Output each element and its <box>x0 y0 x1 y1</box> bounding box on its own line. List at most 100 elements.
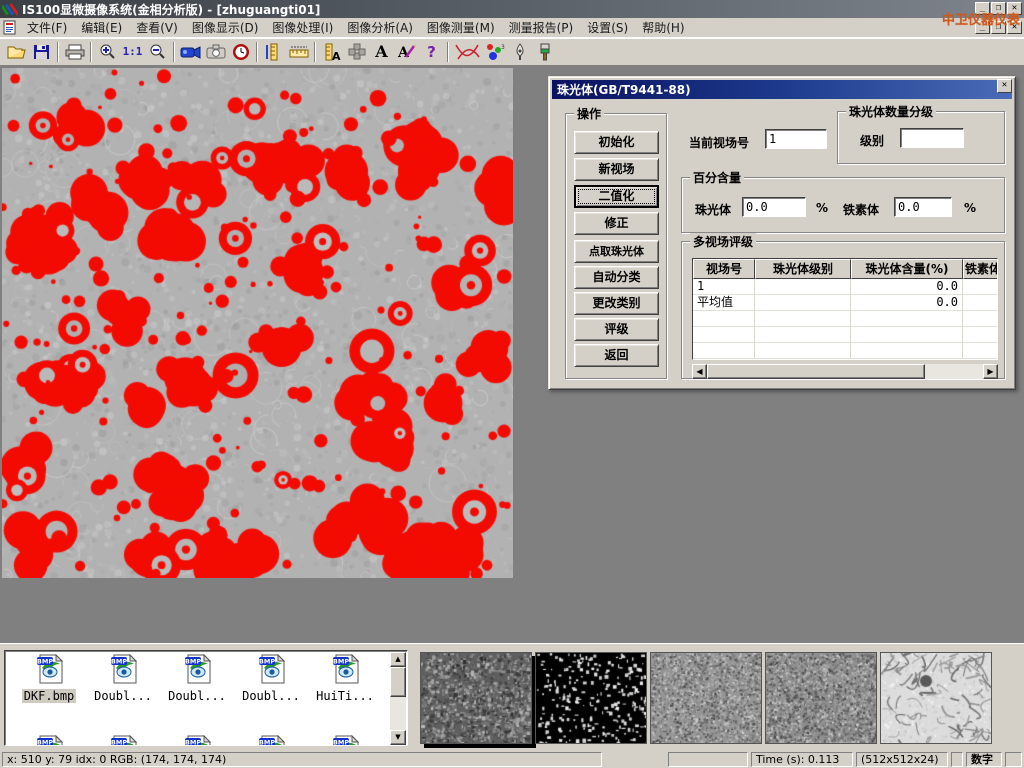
brush-icon <box>539 43 551 61</box>
grading-group-label: 珠光体数量分级 <box>846 103 936 120</box>
menu-view[interactable]: 查看(V) <box>129 17 185 38</box>
table-empty-row <box>693 343 997 359</box>
menu-image-display[interactable]: 图像显示(D) <box>185 17 266 38</box>
bmp-file-icon <box>34 735 64 746</box>
cursor-position-status: x: 510 y: 79 idx: 0 RGB: (174, 174, 174) <box>2 752 602 767</box>
current-view-input[interactable] <box>765 129 827 149</box>
ferrite-label: 铁素体 <box>843 201 879 218</box>
file-name[interactable]: Doubl... <box>240 689 302 703</box>
pearlite-percent-input[interactable] <box>742 197 806 217</box>
annotate-button[interactable]: A <box>394 40 419 64</box>
thumbnail-2[interactable] <box>535 652 647 744</box>
scroll-up-icon[interactable]: ▲ <box>390 652 406 667</box>
file-item[interactable] <box>235 735 307 746</box>
grid-button[interactable] <box>344 40 369 64</box>
menu-edit[interactable]: 编辑(E) <box>74 17 129 38</box>
col-pearlite-grade: 珠光体级别 <box>755 259 851 279</box>
actual-size-button[interactable]: 1:1 <box>120 40 145 64</box>
file-name[interactable]: Doubl... <box>166 689 228 703</box>
thumbnail-5[interactable] <box>880 652 992 744</box>
pen-nib-icon <box>513 43 527 61</box>
caliper-button[interactable] <box>261 40 286 64</box>
zoom-out-button[interactable] <box>145 40 170 64</box>
thumbnail-1[interactable] <box>420 652 532 744</box>
rating-table[interactable]: 视场号 珠光体级别 珠光体含量(%) 铁素体 1 0.0 平均值 0.0 <box>692 258 998 360</box>
ruler-button[interactable] <box>286 40 311 64</box>
svg-text:A: A <box>332 50 341 61</box>
scrollbar-thumb[interactable] <box>707 364 925 379</box>
table-h-scrollbar[interactable]: ◀ ▶ <box>692 364 998 379</box>
floppy-icon <box>33 44 50 60</box>
file-name[interactable]: Doubl... <box>92 689 154 703</box>
file-item[interactable]: Doubl... <box>235 654 307 703</box>
clock-icon <box>232 43 250 61</box>
auto-classify-button[interactable]: 自动分类 <box>574 266 659 289</box>
grid-cross-icon <box>348 43 366 61</box>
scroll-left-icon[interactable]: ◀ <box>692 364 707 379</box>
measure-text-button[interactable]: A <box>319 40 344 64</box>
metallographic-image[interactable] <box>2 68 513 578</box>
scroll-right-icon[interactable]: ▶ <box>983 364 998 379</box>
initialize-button[interactable]: 初始化 <box>574 131 659 154</box>
binarize-button[interactable]: 二值化 <box>574 185 659 208</box>
bmp-file-icon <box>108 735 138 746</box>
toolbar: 1:1 A A A ? 3 <box>0 38 1024 66</box>
pick-pearlite-button[interactable]: 点取珠光体 <box>574 240 659 263</box>
cell-grade <box>755 295 851 310</box>
capture-button[interactable] <box>203 40 228 64</box>
file-item[interactable] <box>87 735 159 746</box>
file-item[interactable] <box>13 735 85 746</box>
menu-image-analysis[interactable]: 图像分析(A) <box>340 17 420 38</box>
video-camera-button[interactable] <box>178 40 203 64</box>
open-folder-icon <box>7 44 27 60</box>
menu-settings[interactable]: 设置(S) <box>580 17 635 38</box>
menu-measure-report[interactable]: 测量报告(P) <box>502 17 581 38</box>
col-pearlite-content: 珠光体含量(%) <box>851 259 963 279</box>
print-button[interactable] <box>62 40 87 64</box>
curve-tool-button[interactable] <box>452 40 482 64</box>
zoom-in-button[interactable] <box>95 40 120 64</box>
return-button[interactable]: 返回 <box>574 344 659 367</box>
app-icon <box>2 2 18 16</box>
table-row[interactable]: 1 0.0 <box>693 279 997 295</box>
cell-field-no: 平均值 <box>693 295 755 310</box>
percent-sign: % <box>964 201 976 215</box>
file-name[interactable]: DKF.bmp <box>22 689 77 703</box>
text-button[interactable]: A <box>369 40 394 64</box>
file-item[interactable]: Doubl... <box>161 654 233 703</box>
pick-tool-button[interactable] <box>507 40 532 64</box>
save-button[interactable] <box>29 40 54 64</box>
new-field-button[interactable]: 新视场 <box>574 158 659 181</box>
menu-file[interactable]: 文件(F) <box>20 17 74 38</box>
help-button[interactable]: ? <box>419 40 444 64</box>
timer-button[interactable] <box>228 40 253 64</box>
menu-image-process[interactable]: 图像处理(I) <box>265 17 340 38</box>
file-item[interactable]: Doubl... <box>87 654 159 703</box>
menu-image-measure[interactable]: 图像测量(M) <box>420 17 502 38</box>
level-input[interactable] <box>900 128 964 148</box>
actual-size-icon: 1:1 <box>123 45 143 58</box>
fill-tool-button[interactable] <box>532 40 557 64</box>
menu-help[interactable]: 帮助(H) <box>635 17 691 38</box>
thumbnail-4[interactable] <box>765 652 877 744</box>
particle-tool-button[interactable]: 3 <box>482 40 507 64</box>
open-button[interactable] <box>4 40 29 64</box>
file-item[interactable] <box>309 735 381 746</box>
document-icon[interactable] <box>2 20 18 35</box>
rate-button[interactable]: 评级 <box>574 318 659 341</box>
table-row[interactable]: 平均值 0.0 <box>693 295 997 311</box>
file-item[interactable]: HuiTi... <box>309 654 381 703</box>
file-name[interactable]: HuiTi... <box>314 689 376 703</box>
change-class-button[interactable]: 更改类别 <box>574 292 659 315</box>
scrollbar-thumb[interactable] <box>390 667 406 697</box>
file-v-scrollbar[interactable]: ▲ ▼ <box>390 652 406 745</box>
dialog-title-bar[interactable]: 珠光体(GB/T9441-88) <box>552 80 1012 99</box>
dialog-close-button[interactable]: ✕ <box>997 79 1012 93</box>
file-browser[interactable]: DKF.bmp Doubl... Doubl... Doubl... HuiTi… <box>4 650 408 746</box>
ferrite-percent-input[interactable] <box>894 197 952 217</box>
file-item[interactable]: DKF.bmp <box>13 654 85 703</box>
thumbnail-3[interactable] <box>650 652 762 744</box>
file-item[interactable] <box>161 735 233 746</box>
scroll-down-icon[interactable]: ▼ <box>390 730 406 745</box>
correct-button[interactable]: 修正 <box>574 212 659 235</box>
